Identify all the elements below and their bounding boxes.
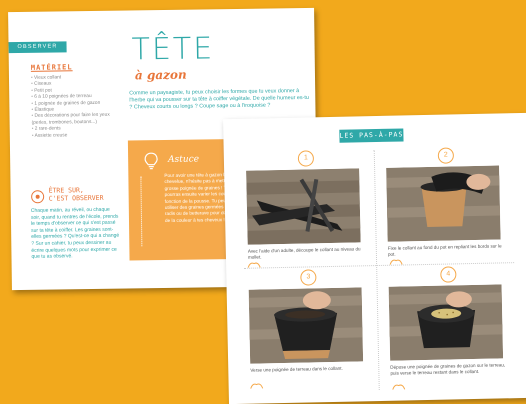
observe-heading: ÊTRE SUR, C'EST OBSERVER [49,187,109,203]
step-number-4: 4 [440,266,456,282]
step-photo-1 [246,168,361,244]
plant-sprout-icon [246,259,262,267]
plant-sprout-icon [249,380,265,388]
step-caption-4: Dépose une poignée de graines de gazon s… [390,362,508,376]
row-divider [244,262,514,269]
intro-text: Comme un paysagiste, tu peux choisir les… [129,88,309,112]
step-number-3: 3 [300,269,316,285]
step-caption-2: Fixe le collant au fond du pot en replia… [388,243,506,257]
materiel-list: Vieux collant Ciseaux Petit pot 6 à 10 p… [31,75,122,140]
step-caption-3: Verse une poignée de terreau dans le col… [250,365,368,373]
astuce-title: Astuce [168,154,199,164]
step-number-1: 1 [298,150,314,166]
materiel-item: Des décorations pour faire les yeux (per… [32,113,122,127]
right-page: LES PAS-À-PAS 1 Avec l'aide d'un adulte,… [223,113,526,404]
observe-heading-line2: C'EST OBSERVER [49,194,109,202]
page-subtitle: à gazon [135,68,187,83]
observe-text: Chaque matin, au réveil, ou chaque soir,… [31,207,120,261]
step-caption-1: Avec l'aide d'un adulte, découpe le coll… [248,246,366,260]
plant-sprout-icon [388,256,404,264]
steps-banner: LES PAS-À-PAS [339,128,403,142]
column-divider [374,150,380,390]
plant-sprout-icon [391,381,407,389]
page-title: TÊTE [131,31,214,67]
observer-tag: OBSERVER [8,41,66,53]
eye-icon [31,190,45,204]
materiel-title: MATÉRIEL [31,63,73,72]
step-photo-3 [249,287,364,363]
step-number-2: 2 [438,147,454,163]
lightbulb-icon [143,152,159,170]
step-photo-2 [386,165,501,241]
astuce-dotted-line [140,176,152,246]
step-photo-4 [389,284,504,360]
materiel-item: Assiette creuse [32,132,122,140]
